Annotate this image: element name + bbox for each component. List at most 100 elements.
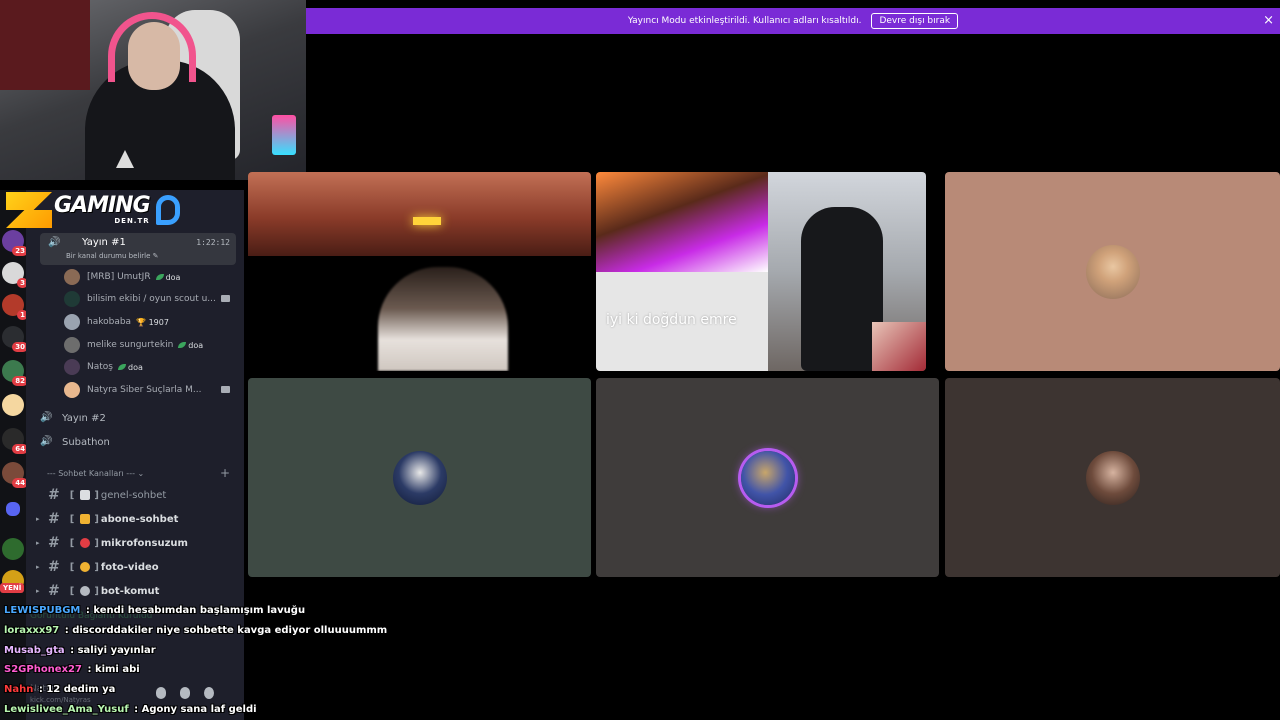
speaker-icon: 🔊 bbox=[40, 436, 53, 447]
chat-text: Agony sana laf geldi bbox=[141, 704, 257, 715]
channel-status-prompt[interactable]: Bir kanal durumu belirle ✎ bbox=[66, 252, 159, 260]
server-icon[interactable]: 23 bbox=[2, 230, 28, 256]
bracket: [ bbox=[69, 537, 75, 549]
video-tile-camera[interactable]: iyi ki doğdun emre bbox=[596, 172, 926, 371]
text-channel[interactable]: ▸ # [ ] bot-komut bbox=[36, 582, 159, 600]
bracket: [ bbox=[69, 561, 75, 573]
avatar bbox=[1085, 244, 1140, 299]
server-icon[interactable]: 64 bbox=[2, 428, 28, 454]
channel-emoji-icon bbox=[80, 490, 91, 500]
voice-user[interactable]: Natyra Siber Suçlarla M... bbox=[64, 381, 230, 399]
avatar bbox=[64, 337, 80, 353]
text-channel[interactable]: ▸ # [ ] abone-sohbet bbox=[36, 510, 178, 528]
camera-icon bbox=[221, 295, 230, 302]
video-tile-avatar[interactable] bbox=[945, 378, 1280, 577]
logo-brand-text: GAMING bbox=[54, 193, 151, 218]
chat-message: LEWISPUBGM : kendi hesabımdan başlamışım… bbox=[4, 605, 306, 616]
server-icon[interactable] bbox=[2, 538, 24, 560]
logo-text-block: GAMING DEN.TR bbox=[54, 193, 151, 226]
video-tile-avatar[interactable] bbox=[945, 172, 1280, 371]
server-icon[interactable]: 44 bbox=[2, 462, 28, 488]
microphone-icon[interactable] bbox=[156, 687, 166, 699]
text-channel-name: bot-komut bbox=[100, 585, 160, 597]
chat-username: S2GPhonex27 bbox=[4, 664, 82, 675]
text-channel[interactable]: ▸ # [ ] mikrofonsuzum bbox=[36, 534, 188, 552]
robot-icon bbox=[80, 586, 91, 596]
voice-channel-name: Subathon bbox=[62, 436, 110, 448]
logo-sub-text: DEN.TR bbox=[114, 217, 150, 225]
chat-username: Nahn bbox=[4, 684, 34, 695]
camera-icon bbox=[221, 386, 230, 393]
gamingden-logo: GAMING DEN.TR bbox=[6, 190, 262, 230]
voice-user[interactable]: [MRB] UmutJR doa bbox=[64, 268, 180, 286]
voice-user-name: hakobaba bbox=[87, 317, 132, 327]
voice-channel-active[interactable]: 🔊 Yayın #1 Bir kanal durumu belirle ✎ 1:… bbox=[40, 233, 236, 265]
rgb-lights bbox=[272, 115, 296, 155]
avatar bbox=[64, 359, 80, 375]
hash-icon: # bbox=[48, 535, 60, 551]
server-icon[interactable]: 1 bbox=[2, 294, 28, 320]
chat-text: 12 dedim ya bbox=[46, 684, 116, 695]
hash-icon: # bbox=[48, 511, 60, 527]
text-channel[interactable]: # [ ] genel-sohbet bbox=[36, 486, 166, 504]
chat-username: Musab_gta bbox=[4, 645, 65, 656]
close-icon[interactable]: × bbox=[1263, 13, 1274, 28]
avatar bbox=[64, 291, 80, 307]
text-channel-name: abone-sohbet bbox=[100, 513, 179, 525]
hash-icon: # bbox=[48, 487, 60, 503]
user-tag: doa bbox=[178, 341, 203, 350]
chevron-right-icon: ▸ bbox=[36, 539, 40, 547]
text-channel-name: genel-sohbet bbox=[100, 489, 167, 501]
bracket: [ bbox=[69, 489, 75, 501]
bracket: ] bbox=[94, 513, 99, 525]
category-header[interactable]: --- Sohbet Kanalları --- ⌄ bbox=[47, 469, 144, 478]
server-icon[interactable]: 82 bbox=[2, 360, 28, 386]
chat-username: loraxxx97 bbox=[4, 625, 60, 636]
user-tag-text: 🏆 1907 bbox=[136, 317, 169, 327]
bracket: [ bbox=[69, 513, 75, 525]
user-tag-text: doa bbox=[188, 340, 204, 350]
video-tile-avatar[interactable] bbox=[248, 378, 591, 577]
disable-streamer-mode-button[interactable]: Devre dışı bırak bbox=[871, 13, 959, 29]
chat-message: Musab_gta : saliyi yayınlar bbox=[4, 645, 156, 656]
minecraft-stream bbox=[596, 172, 768, 272]
video-tile-avatar-speaking[interactable] bbox=[596, 378, 939, 577]
voice-user-name: Natyra Siber Suçlarla M... bbox=[87, 385, 202, 395]
voice-user-name: [MRB] UmutJR bbox=[87, 272, 151, 282]
camera-person bbox=[801, 207, 883, 371]
voice-duration: 1:22:12 bbox=[196, 238, 230, 247]
webcam-wall bbox=[0, 0, 90, 90]
gear-icon[interactable] bbox=[204, 687, 214, 699]
zg-logo-icon bbox=[6, 192, 52, 228]
camera-person bbox=[378, 267, 508, 371]
avatar bbox=[64, 269, 80, 285]
chat-text: kendi hesabımdan başlamışım lavuğu bbox=[93, 605, 306, 616]
voice-user[interactable]: hakobaba 🏆 1907 bbox=[64, 313, 169, 331]
server-icon[interactable]: 30 bbox=[2, 326, 28, 352]
server-icon[interactable] bbox=[2, 394, 24, 416]
user-tag: doa bbox=[155, 272, 181, 282]
chat-message: Nahn : 12 dedim ya bbox=[4, 684, 116, 695]
voice-user[interactable]: Natoş doa bbox=[64, 358, 143, 376]
voice-user-name: bilisim ekibi / oyun scout u... bbox=[87, 294, 216, 304]
leaf-icon bbox=[117, 364, 126, 370]
emoji-icon bbox=[80, 562, 91, 572]
leaf-icon bbox=[178, 342, 187, 348]
video-tile-stream[interactable] bbox=[248, 172, 591, 371]
voice-channel[interactable]: 🔊 Yayın #2 bbox=[40, 410, 106, 426]
user-tag-text: doa bbox=[165, 272, 181, 282]
chevron-right-icon: ▸ bbox=[36, 587, 40, 595]
minecraft-stream bbox=[248, 172, 591, 256]
voice-user[interactable]: melike sungurtekin doa bbox=[64, 336, 203, 354]
chat-text: discorddakiler niye sohbette kavga ediyo… bbox=[72, 625, 388, 636]
server-icon[interactable]: 3 bbox=[2, 262, 28, 288]
banner-message: Yayıncı Modu etkinleştirildi. Kullanıcı … bbox=[627, 16, 862, 26]
headphones-icon[interactable] bbox=[180, 687, 190, 699]
voice-channel[interactable]: 🔊 Subathon bbox=[40, 434, 110, 450]
folder-icon[interactable] bbox=[6, 502, 20, 516]
q-logo-icon bbox=[155, 195, 180, 225]
text-channel[interactable]: ▸ # [ ] foto-video bbox=[36, 558, 159, 576]
add-channel-icon[interactable]: + bbox=[220, 466, 230, 480]
chat-text: saliyi yayınlar bbox=[77, 645, 156, 656]
voice-user[interactable]: bilisim ekibi / oyun scout u... bbox=[64, 290, 230, 308]
